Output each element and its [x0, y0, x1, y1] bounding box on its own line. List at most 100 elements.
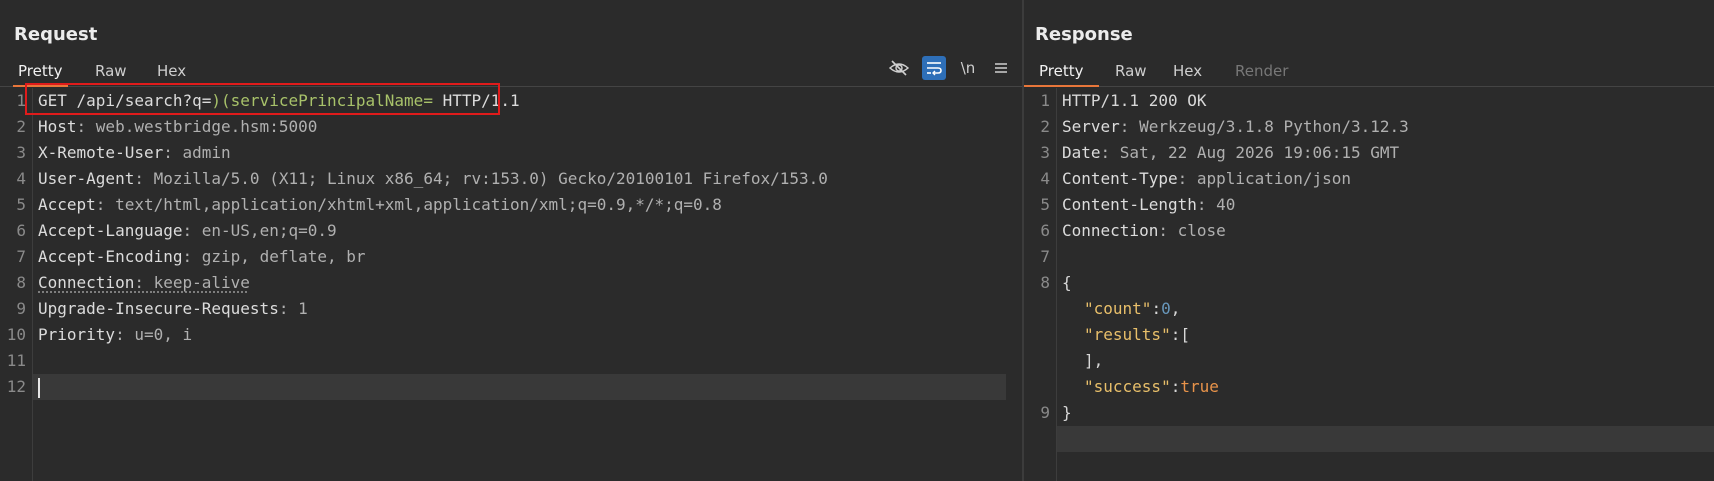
header-separator: :: [1196, 195, 1217, 214]
request-editor[interactable]: 1 2 3 4 5 6 7 8 9 10 11 12 GET /api/sear…: [0, 88, 1022, 481]
header-key: Content-Type: [1062, 169, 1178, 188]
header-key: Upgrade-Insecure-Requests: [38, 299, 279, 318]
header-value: Werkzeug/3.1.8 Python/3.12.3: [1139, 117, 1409, 136]
header-key: Accept-Language: [38, 221, 183, 240]
header-line: Host: web.westbridge.hsm:5000: [38, 114, 1012, 140]
header-line: Date: Sat, 22 Aug 2026 19:06:15 GMT: [1062, 140, 1704, 166]
menu-icon[interactable]: [989, 56, 1013, 80]
header-line: Connection: keep-alive: [38, 270, 1012, 296]
json-key: "results": [1084, 325, 1171, 344]
eye-slash-icon[interactable]: [887, 56, 911, 80]
request-tab-raw[interactable]: Raw: [90, 60, 132, 85]
header-line: Server: Werkzeug/3.1.8 Python/3.12.3: [1062, 114, 1704, 140]
header-separator: :: [163, 143, 183, 162]
header-line: Content-Length: 40: [1062, 192, 1704, 218]
status-line: HTTP/1.1 200 OK: [1062, 91, 1207, 110]
json-bool: true: [1180, 377, 1219, 396]
line-number: 5: [1040, 195, 1050, 214]
json-close-brace: }: [1062, 403, 1072, 422]
header-value: en-US,en;q=0.9: [201, 221, 337, 240]
empty-line: [1062, 244, 1704, 270]
header-key: X-Remote-User: [38, 143, 164, 162]
request-tab-hex[interactable]: Hex: [152, 60, 191, 85]
line-number: 3: [1040, 143, 1050, 162]
header-key: Accept-Encoding: [38, 247, 183, 266]
line-number: 3: [16, 143, 26, 162]
header-key: Connection: [38, 273, 135, 292]
word-wrap-icon[interactable]: [922, 56, 946, 80]
line-number: 2: [16, 117, 26, 136]
json-colon: :: [1170, 325, 1181, 344]
response-editor[interactable]: 1 2 3 4 5 6 7 8 9 HTTP/1.1 200 OK Server…: [1024, 88, 1714, 481]
line-number: 6: [16, 221, 26, 240]
header-key: Host: [38, 117, 77, 136]
response-tabs: Pretty Raw Hex Render: [1024, 56, 1714, 87]
current-line[interactable]: [33, 374, 1006, 400]
header-key: User-Agent: [38, 169, 135, 188]
header-value: application/json: [1196, 169, 1351, 188]
line-number: 8: [1040, 273, 1050, 292]
header-separator: :: [278, 299, 299, 318]
header-value: web.westbridge.hsm:5000: [95, 117, 318, 136]
header-value: 1: [298, 299, 308, 318]
line-number: 9: [1040, 403, 1050, 422]
header-key: Date: [1062, 143, 1101, 162]
header-value: text/html,application/xhtml+xml,applicat…: [115, 195, 722, 214]
response-line-gutter: 1 2 3 4 5 6 7 8 9: [1024, 88, 1057, 481]
payload-highlight-box: [25, 83, 500, 115]
line-number: 7: [1040, 247, 1050, 266]
header-line: Priority: u=0, i: [38, 322, 1012, 348]
header-key: Priority: [38, 325, 116, 344]
header-line: Content-Type: application/json: [1062, 166, 1704, 192]
header-value: admin: [182, 143, 231, 162]
response-tab-pretty[interactable]: Pretty: [1024, 60, 1099, 87]
header-separator: :: [95, 195, 116, 214]
line-number: 4: [16, 169, 26, 188]
header-value: close: [1177, 221, 1226, 240]
response-tab-render[interactable]: Render: [1230, 60, 1293, 85]
json-array-close: ],: [1084, 351, 1104, 370]
line-number: 10: [6, 325, 26, 344]
header-line: Accept-Encoding: gzip, deflate, br: [38, 244, 1012, 270]
line-number: 11: [6, 351, 26, 370]
header-line: Accept-Language: en-US,en;q=0.9: [38, 218, 1012, 244]
header-value: 40: [1216, 195, 1236, 214]
json-comma: ,: [1170, 299, 1181, 318]
header-separator: :: [115, 325, 135, 344]
header-value: u=0, i: [134, 325, 193, 344]
header-separator: :: [182, 221, 202, 240]
header-line: X-Remote-User: admin: [38, 140, 1012, 166]
header-value: gzip, deflate, br: [201, 247, 366, 266]
line-number: 6: [1040, 221, 1050, 240]
response-tab-raw[interactable]: Raw: [1110, 60, 1152, 85]
show-newlines-toggle[interactable]: \n: [956, 56, 980, 80]
header-line: Accept: text/html,application/xhtml+xml,…: [38, 192, 1012, 218]
header-separator: :: [1100, 143, 1120, 162]
empty-line: [38, 348, 1012, 374]
header-separator: :: [1158, 221, 1178, 240]
header-line: User-Agent: Mozilla/5.0 (X11; Linux x86_…: [38, 166, 1012, 192]
header-separator: :: [76, 117, 96, 136]
response-title: Response: [1035, 24, 1133, 45]
text-caret: [38, 377, 40, 398]
request-panel: Request Pretty Raw Hex \n 1 2 3 4 5 6 7: [0, 0, 1022, 481]
header-value: Mozilla/5.0 (X11; Linux x86_64; rv:153.0…: [153, 169, 828, 188]
line-number: 9: [16, 299, 26, 318]
header-separator: :: [134, 273, 154, 292]
json-results-line: "results":[: [1062, 322, 1704, 348]
response-panel: Response Pretty Raw Hex Render 1 2 3 4 5…: [1024, 0, 1714, 481]
json-open-brace: {: [1062, 273, 1072, 292]
json-colon: :: [1151, 299, 1162, 318]
current-line[interactable]: [1057, 426, 1714, 452]
line-number: 12: [6, 377, 26, 396]
header-separator: :: [134, 169, 154, 188]
header-line: Connection: close: [1062, 218, 1704, 244]
response-tab-hex[interactable]: Hex: [1168, 60, 1207, 85]
json-array-open: [: [1180, 325, 1190, 344]
request-title: Request: [14, 24, 98, 45]
header-separator: :: [1177, 169, 1197, 188]
line-number: 4: [1040, 169, 1050, 188]
header-key: Server: [1062, 117, 1120, 136]
json-key: "success": [1084, 377, 1171, 396]
header-separator: :: [182, 247, 202, 266]
